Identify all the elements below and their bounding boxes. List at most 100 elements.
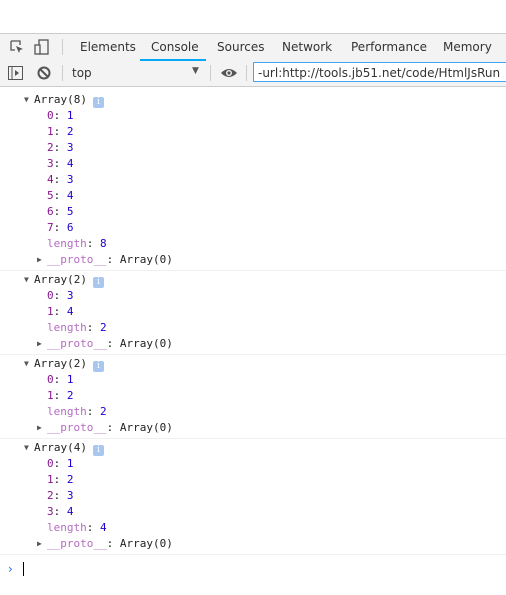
array-label: Array(2) (34, 273, 87, 286)
proto-value: Array(0) (119, 421, 173, 434)
array-item: 0: 1 (47, 109, 74, 122)
item-value: 3 (66, 141, 74, 154)
divider (62, 39, 63, 55)
item-value: 5 (66, 205, 74, 218)
array-item: 1: 2 (47, 473, 74, 486)
device-toolbar-icon[interactable] (34, 39, 50, 55)
item-value: 4 (66, 505, 74, 518)
array-item: 1: 2 (47, 389, 74, 402)
length-value: 2 (100, 321, 107, 334)
item-value: 3 (66, 173, 74, 186)
divider (62, 65, 63, 81)
array-item: 0: 1 (47, 373, 74, 386)
proto-entry[interactable]: ▶ __proto__: Array(0) (0, 252, 506, 268)
array-item: 0: 1 (47, 457, 74, 470)
collapsed-triangle-icon[interactable]: ▶ (37, 336, 42, 352)
info-icon: i (92, 361, 104, 372)
item-index: 2 (47, 141, 54, 154)
proto-value: Array(0) (119, 253, 173, 266)
item-value: 2 (66, 125, 74, 138)
devtools-tabbar: Elements Console Sources Network Performance… (0, 33, 506, 62)
console-input-caret[interactable] (23, 562, 24, 576)
expanded-triangle-icon[interactable]: ▼ (24, 92, 29, 108)
item-index: 0 (47, 457, 54, 470)
console-filter-input[interactable]: -url:http://tools.jb51.net/code/HtmlJsRu… (253, 62, 506, 82)
console-prompt-icon: › (8, 562, 13, 576)
item-value: 1 (66, 109, 74, 122)
item-value: 1 (66, 373, 74, 386)
item-value: 4 (66, 305, 74, 318)
item-value: 3 (66, 489, 74, 502)
array-header[interactable]: ▼ Array(2) i (0, 356, 506, 372)
clear-console-icon[interactable] (37, 66, 51, 80)
array-item: 2: 3 (47, 141, 74, 154)
length-value: 2 (100, 405, 107, 418)
inspect-element-icon[interactable] (9, 39, 25, 55)
item-index: 1 (47, 305, 54, 318)
length-value: 8 (100, 237, 107, 250)
array-item: 3: 4 (47, 505, 74, 518)
proto-value: Array(0) (119, 337, 173, 350)
item-index: 1 (47, 125, 54, 138)
tab-console[interactable]: Console (151, 40, 199, 54)
array-item: 4: 3 (47, 173, 74, 186)
array-length: length: 4 (47, 521, 107, 534)
info-icon: i (92, 445, 104, 456)
item-index: 6 (47, 205, 54, 218)
item-value: 3 (66, 289, 74, 302)
proto-entry[interactable]: ▶ __proto__: Array(0) (0, 536, 506, 552)
expanded-triangle-icon[interactable]: ▼ (24, 440, 29, 456)
array-item: 1: 4 (47, 305, 74, 318)
array-header[interactable]: ▼ Array(8) i (0, 92, 506, 108)
tab-memory[interactable]: Memory (443, 40, 492, 54)
tab-sources[interactable]: Sources (217, 40, 264, 54)
console-log-entry: ▼ Array(2) i 0: 1 1: 2 length: 2 ▶ __proto__: A… (0, 355, 506, 439)
item-value: 1 (66, 457, 74, 470)
item-index: 0 (47, 109, 54, 122)
collapsed-triangle-icon[interactable]: ▶ (37, 252, 42, 268)
proto-key: __proto__ (47, 537, 107, 550)
live-expression-eye-icon[interactable] (220, 67, 238, 79)
array-header[interactable]: ▼ Array(2) i (0, 272, 506, 288)
tab-elements[interactable]: Elements (80, 40, 136, 54)
context-value: top (72, 66, 92, 80)
proto-entry[interactable]: ▶ __proto__: Array(0) (0, 420, 506, 436)
array-label: Array(8) (34, 93, 87, 106)
item-index: 5 (47, 189, 54, 202)
item-value: 2 (66, 473, 74, 486)
item-index: 0 (47, 373, 54, 386)
item-index: 3 (47, 505, 54, 518)
array-length: length: 2 (47, 321, 107, 334)
length-value: 4 (100, 521, 107, 534)
proto-entry[interactable]: ▶ __proto__: Array(0) (0, 336, 506, 352)
array-header[interactable]: ▼ Array(4) i (0, 440, 506, 456)
item-value: 4 (66, 189, 74, 202)
expanded-triangle-icon[interactable]: ▼ (24, 356, 29, 372)
divider (210, 65, 211, 81)
item-index: 0 (47, 289, 54, 302)
length-key: length (47, 405, 87, 418)
collapsed-triangle-icon[interactable]: ▶ (37, 536, 42, 552)
expanded-triangle-icon[interactable]: ▼ (24, 272, 29, 288)
proto-key: __proto__ (47, 421, 107, 434)
length-key: length (47, 321, 87, 334)
tab-network[interactable]: Network (282, 40, 332, 54)
item-value: 4 (66, 157, 74, 170)
proto-key: __proto__ (47, 253, 107, 266)
array-item: 5: 4 (47, 189, 74, 202)
array-item: 6: 5 (47, 205, 74, 218)
console-log-entry: ▼ Array(8) i 0: 1 1: 2 2: 3 3: 4 4: 3 5: 4 6: 5 7:… (0, 91, 506, 271)
array-item: 7: 6 (47, 221, 74, 234)
proto-key: __proto__ (47, 337, 107, 350)
console-toolbar: top ▼ -url:http://tools.jb51.net/code/Ht… (0, 61, 506, 87)
array-item: 3: 4 (47, 157, 74, 170)
proto-value: Array(0) (119, 537, 173, 550)
array-label: Array(2) (34, 357, 87, 370)
chevron-down-icon: ▼ (192, 66, 199, 76)
tab-performance[interactable]: Performance (351, 40, 427, 54)
context-selector[interactable]: top ▼ (66, 61, 206, 85)
collapsed-triangle-icon[interactable]: ▶ (37, 420, 42, 436)
item-value: 2 (66, 389, 74, 402)
sidebar-toggle-icon[interactable] (8, 66, 23, 80)
array-length: length: 2 (47, 405, 107, 418)
